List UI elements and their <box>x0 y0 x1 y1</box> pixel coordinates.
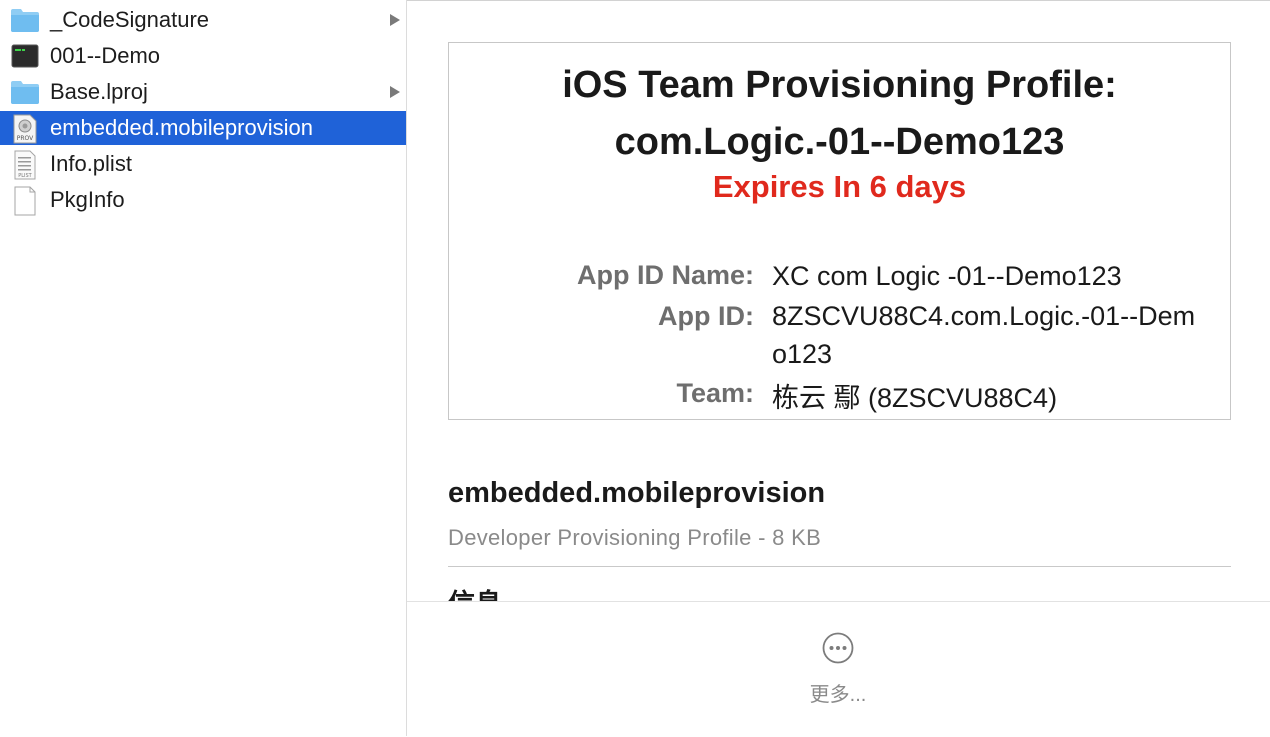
file-row-demo-executable[interactable]: 001--Demo <box>0 39 406 73</box>
terminal-executable-icon <box>10 42 40 70</box>
plist-icon-text: PLIST <box>18 173 32 179</box>
provisioning-profile-card: iOS Team Provisioning Profile: com.Logic… <box>448 42 1231 420</box>
more-button[interactable]: 更多... <box>788 628 888 708</box>
blank-file-icon <box>10 186 40 216</box>
file-row-pkginfo[interactable]: PkgInfo <box>0 183 406 217</box>
file-row-label: Info.plist <box>50 151 132 176</box>
file-kind-size: Developer Provisioning Profile - 8 KB <box>448 525 822 550</box>
profile-title-line2: com.Logic.-01--Demo123 <box>614 121 1065 163</box>
file-row-base-lproj[interactable]: Base.lproj <box>0 75 406 109</box>
prov-file-icon: PROV <box>10 114 40 144</box>
disclosure-triangle-icon[interactable] <box>390 86 400 98</box>
app-id-name-key: App ID Name: <box>576 260 754 290</box>
team-value: 栋云 鄢 (8ZSCVU88C4) <box>772 383 1058 413</box>
file-list-sidebar: _CodeSignature 001--Demo Base.lproj PROV… <box>0 0 407 736</box>
file-row-label: 001--Demo <box>50 43 161 68</box>
disclosure-triangle-icon[interactable] <box>390 14 400 26</box>
profile-title-line1: iOS Team Provisioning Profile: <box>562 64 1117 106</box>
file-row-info-plist[interactable]: PLIST Info.plist <box>0 147 406 181</box>
prov-icon-text: PROV <box>17 135 34 142</box>
file-row-label: _CodeSignature <box>50 7 210 32</box>
file-row-codesignature[interactable]: _CodeSignature <box>0 3 406 37</box>
folder-icon <box>10 78 40 106</box>
file-row-embedded-mobileprovision[interactable]: PROV embedded.mobileprovision <box>0 111 406 145</box>
quick-look-preview-pane: iOS Team Provisioning Profile: com.Logic… <box>407 1 1270 737</box>
app-id-key: App ID: <box>658 301 754 331</box>
info-section-clip: 信息 <box>448 576 1231 601</box>
ellipsis-circle-icon <box>822 632 854 664</box>
app-id-name-value: XC com Logic -01--Demo123 <box>772 261 1122 291</box>
plist-file-icon: PLIST <box>10 150 40 180</box>
team-key: Team: <box>676 378 754 408</box>
folder-icon <box>10 6 40 34</box>
more-actions-bar: 更多... <box>407 601 1270 737</box>
profile-expiry-warning: Expires In 6 days <box>712 169 967 204</box>
app-id-value: 8ZSCVU88C4.com.Logic.-01--Demo123 <box>772 301 1196 369</box>
file-row-label: Base.lproj <box>50 79 148 104</box>
more-label: 更多... <box>809 684 867 706</box>
file-row-label: embedded.mobileprovision <box>50 115 313 140</box>
file-name-heading: embedded.mobileprovision <box>448 477 826 509</box>
divider <box>448 566 1231 567</box>
profile-title: iOS Team Provisioning Profile: com.Logic… <box>449 57 1230 171</box>
info-section-heading: 信息 <box>448 582 502 601</box>
file-row-label: PkgInfo <box>50 187 125 212</box>
